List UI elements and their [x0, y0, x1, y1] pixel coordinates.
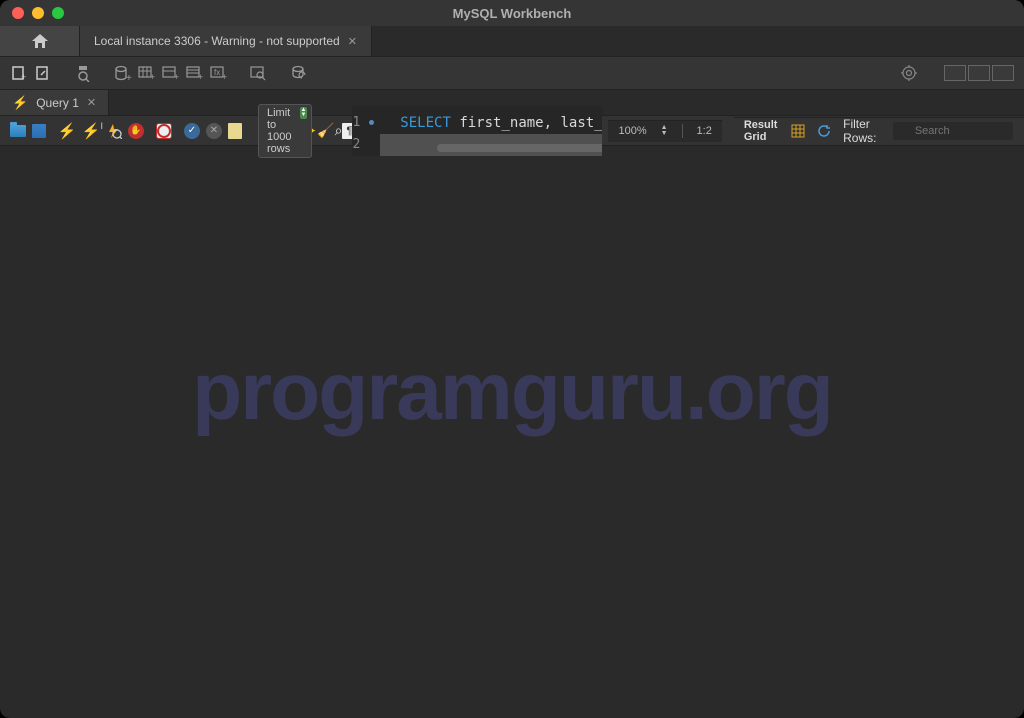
function-create-button[interactable]: fx+ [210, 64, 228, 82]
commit-button[interactable]: ✓ [184, 122, 200, 140]
stop-button[interactable] [128, 122, 144, 140]
query-tab-label: Query 1 [36, 96, 79, 110]
home-tab[interactable] [0, 26, 80, 56]
open-sql-file-button[interactable] [34, 64, 52, 82]
stepper-icon: ▲▼ [300, 107, 308, 119]
connection-tab-label: Local instance 3306 - Warning - not supp… [94, 34, 340, 48]
results-toolbar: Result Grid Filter Rows: Export: ▫ [734, 117, 1024, 145]
limit-rows-select[interactable]: Limit to 1000 rows ▲▼ [258, 104, 312, 158]
statement-marker-icon [369, 120, 374, 125]
rollback-button[interactable]: ✕ [206, 122, 222, 140]
editor-horizontal-scrollbar[interactable] [437, 144, 592, 152]
svg-text:fx: fx [214, 68, 220, 77]
connection-tab[interactable]: Local instance 3306 - Warning - not supp… [80, 26, 372, 56]
home-icon [31, 33, 49, 49]
svg-text:+: + [21, 72, 26, 81]
line-gutter: 1 2 [352, 106, 380, 156]
limit-rows-label: Limit to 1000 rows [267, 107, 291, 155]
zoom-percent: 100% [618, 125, 646, 137]
close-tab-icon[interactable]: ✕ [348, 35, 357, 48]
close-window-button[interactable] [12, 7, 24, 19]
main-toolbar: + + + + + fx+ [0, 56, 1024, 90]
beautify-button[interactable]: 🧹 [317, 122, 334, 140]
connection-tab-strip: Local instance 3306 - Warning - not supp… [0, 26, 1024, 56]
results-title: Result Grid [744, 119, 779, 143]
close-query-tab-icon[interactable]: ✕ [87, 96, 96, 109]
titlebar: MySQL Workbench [0, 0, 1024, 26]
zoom-stepper[interactable]: ▲▼ [661, 125, 668, 137]
settings-button[interactable] [900, 64, 918, 82]
svg-text:+: + [174, 72, 179, 81]
save-file-button[interactable] [32, 122, 46, 140]
explain-button[interactable] [106, 122, 122, 140]
execute-button[interactable]: ⚡ [58, 122, 76, 140]
procedure-create-button[interactable]: + [186, 64, 204, 82]
editor-status-bar: 100% ▲▼ 1:2 [608, 120, 721, 142]
cursor-position: 1:2 [697, 125, 712, 137]
watermark-text: programguru.org [0, 345, 1024, 439]
refresh-icon[interactable] [817, 123, 831, 139]
svg-text:+: + [150, 72, 155, 81]
minimize-window-button[interactable] [32, 7, 44, 19]
maximize-window-button[interactable] [52, 7, 64, 19]
view-create-button[interactable]: + [162, 64, 180, 82]
open-file-button[interactable] [10, 122, 26, 140]
toggle-output-button[interactable] [992, 65, 1014, 81]
filter-rows-input[interactable] [893, 122, 1013, 140]
svg-text:+: + [126, 73, 132, 82]
filter-label: Filter Rows: [843, 117, 881, 145]
lightning-icon: ⚡ [12, 95, 28, 111]
toggle-secondary-sidebar-button[interactable] [968, 65, 990, 81]
toggle-sidebar-button[interactable] [944, 65, 966, 81]
editor-toolbar: ⚡ ⚡ ✓ ✕ Limit to 1000 rows ▲▼ ✦ 🧹 ⌕ ¶ ↩ … [0, 116, 1024, 146]
db-create-button[interactable]: + [114, 64, 132, 82]
query-tab[interactable]: ⚡ Query 1 ✕ [0, 90, 109, 115]
find-button[interactable]: ⌕ [335, 122, 343, 140]
window-title: MySQL Workbench [453, 6, 572, 21]
new-sql-tab-button[interactable]: + [10, 64, 28, 82]
app-window: MySQL Workbench Local instance 3306 - Wa… [0, 0, 1024, 718]
svg-text:+: + [222, 72, 227, 81]
svg-text:+: + [198, 72, 203, 81]
table-create-button[interactable]: + [138, 64, 156, 82]
db-reconnect-button[interactable] [290, 64, 308, 82]
execute-current-button[interactable]: ⚡ [82, 122, 100, 140]
toggle-autocommit-button[interactable] [156, 122, 172, 140]
snippet-button[interactable]: ✦ 🧹 ⌕ ¶ ↩ [328, 122, 346, 140]
toggle-limit-button[interactable] [228, 122, 242, 140]
inspector-button[interactable] [74, 64, 92, 82]
sql-editor[interactable]: 1 2 SELECT first_name, last_name FROM em… [352, 106, 602, 156]
grid-view-icon[interactable] [791, 123, 805, 139]
search-table-button[interactable] [250, 64, 268, 82]
